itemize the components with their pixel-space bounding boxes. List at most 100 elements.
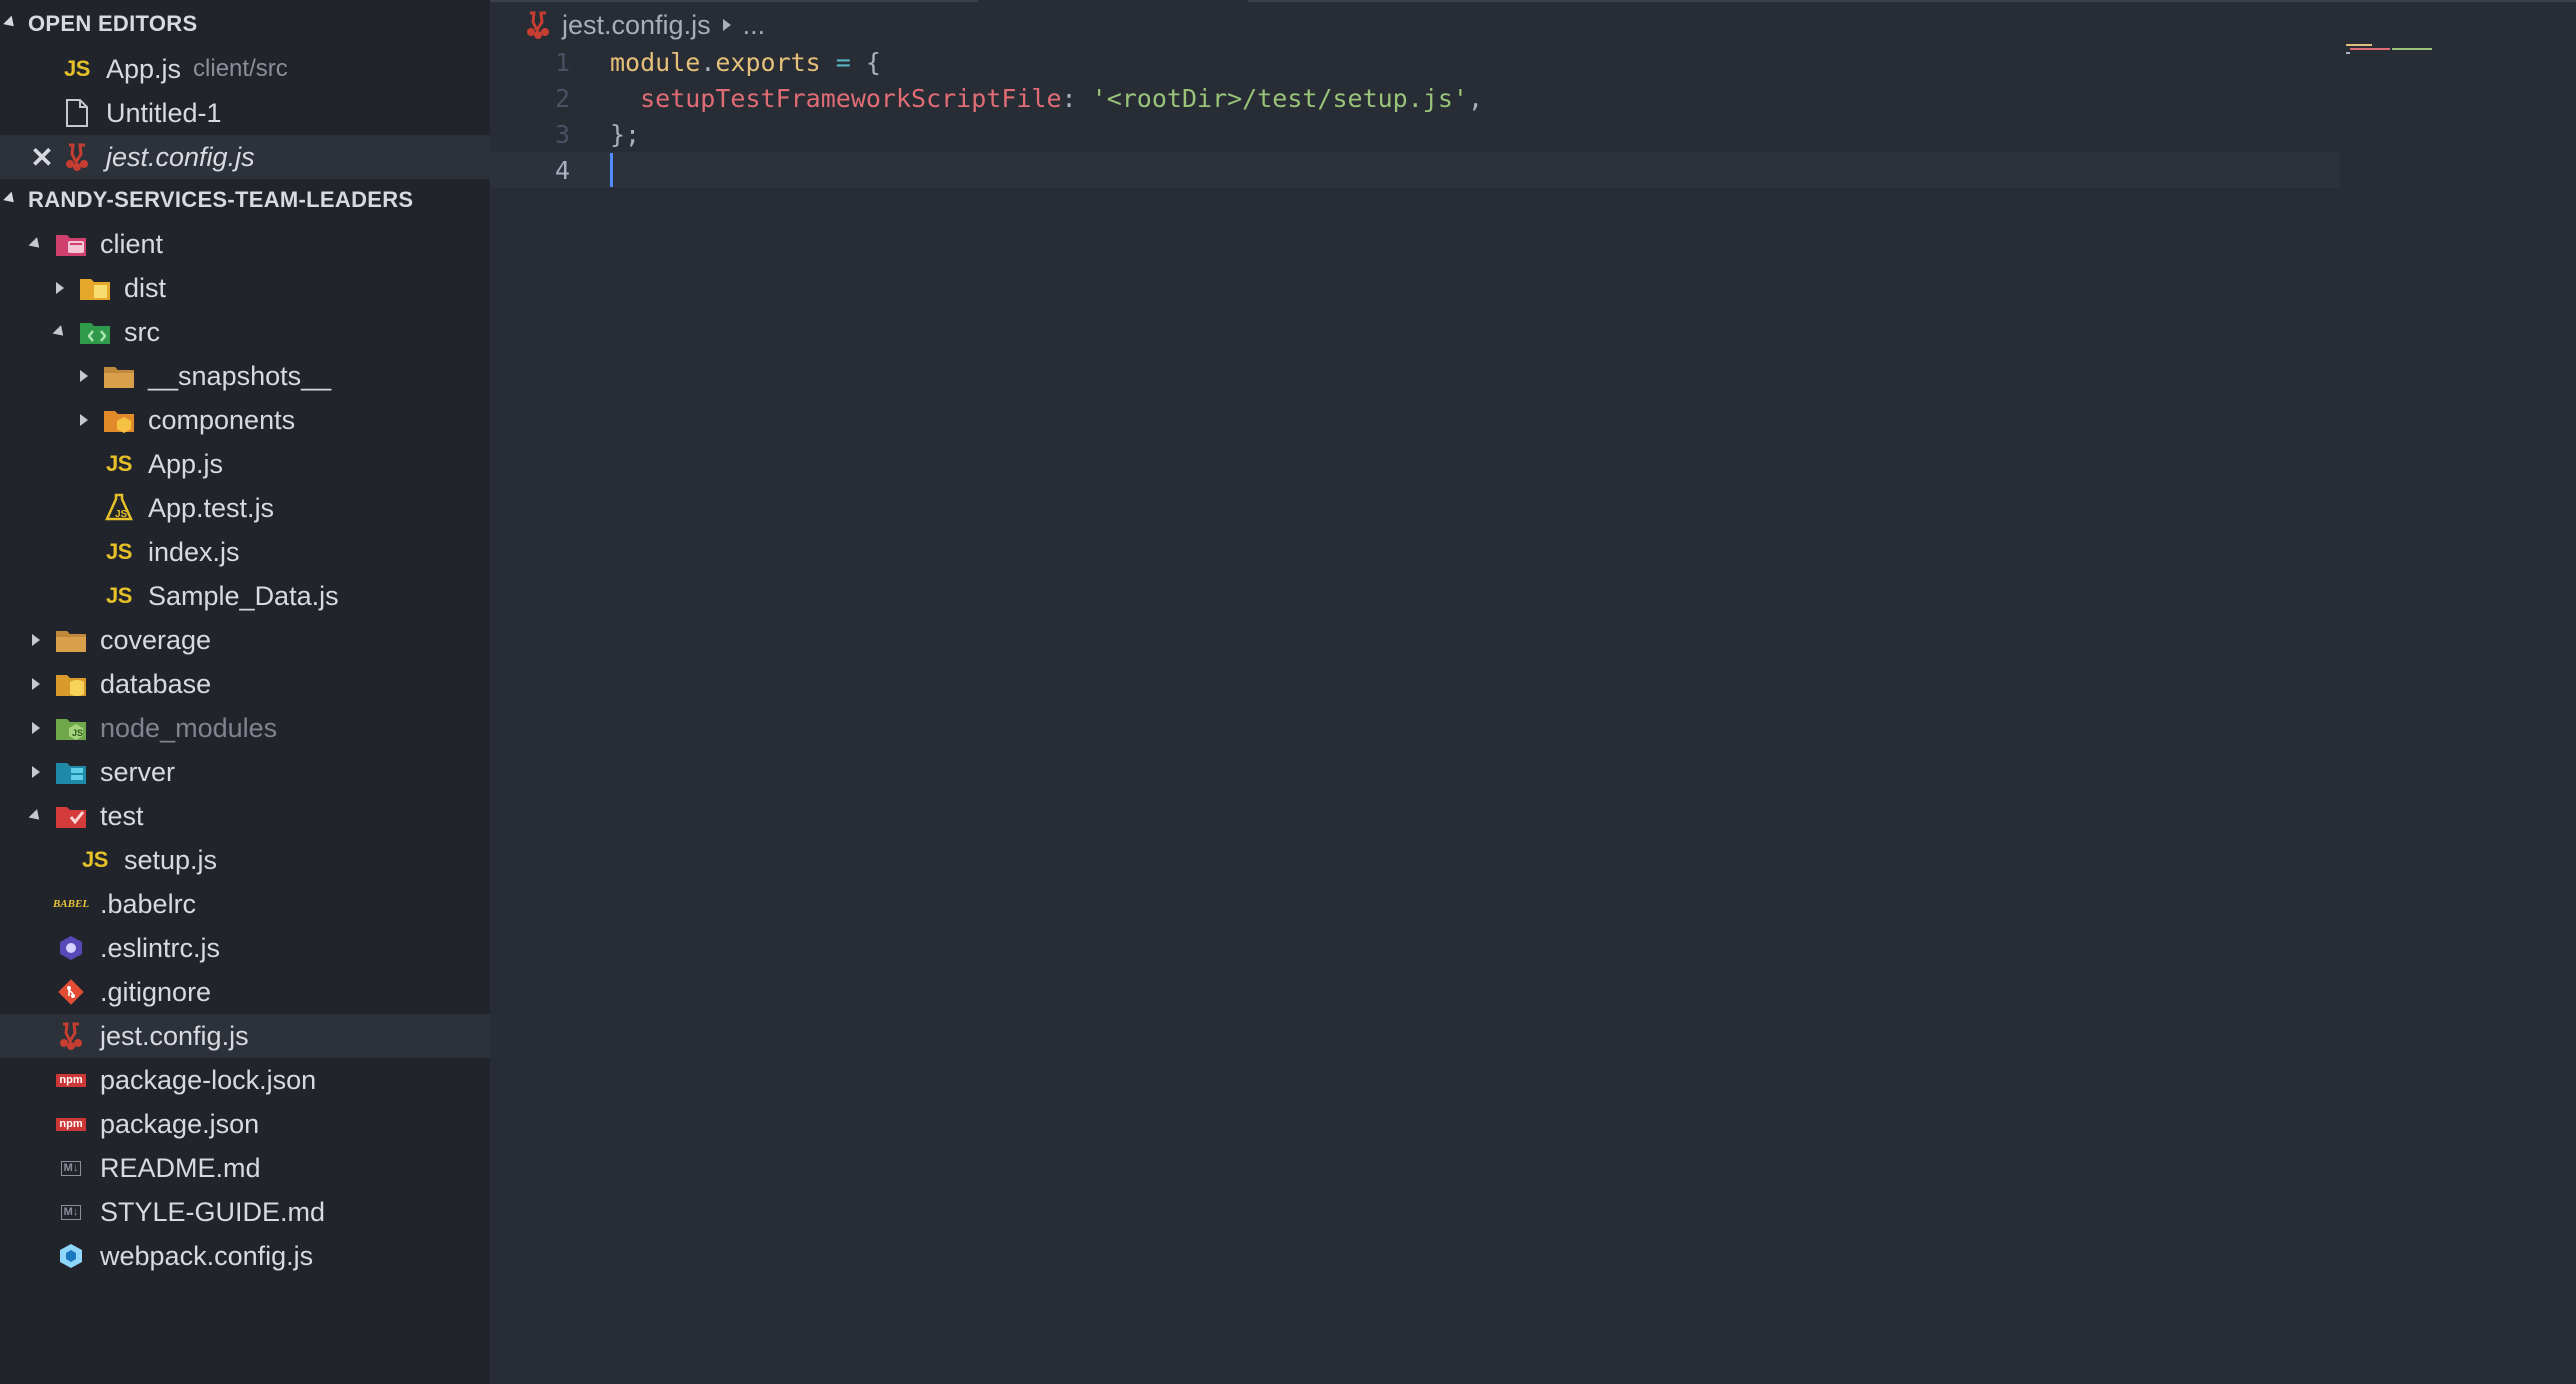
text-cursor: [610, 153, 613, 187]
explorer-sidebar: OPEN EDITORS JS App.js client/src Untitl…: [0, 0, 490, 1384]
code-token: :: [1061, 83, 1092, 113]
tree-item-readme[interactable]: M↓ README.md: [0, 1146, 490, 1190]
open-editor-item-app-js[interactable]: JS App.js client/src: [0, 47, 490, 91]
code-content: };: [610, 120, 640, 149]
tree-item-babelrc[interactable]: BABEL .babelrc: [0, 882, 490, 926]
tree-item-style-guide[interactable]: M↓ STYLE-GUIDE.md: [0, 1190, 490, 1234]
chevron-down-icon: [22, 230, 50, 258]
tree-item-package-lock[interactable]: npm package-lock.json: [0, 1058, 490, 1102]
editor-pane[interactable]: jest.config.js ... 1 module.exports = { …: [490, 0, 2576, 1384]
tree-label: test: [100, 800, 144, 831]
chevron-right-icon: [722, 19, 731, 31]
folder-database-icon: [54, 669, 88, 699]
chevron-right-icon: [22, 758, 50, 786]
code-token: =: [820, 47, 866, 77]
chevron-right-icon: [70, 406, 98, 434]
npm-icon-text: npm: [56, 1117, 86, 1131]
chevron-right-icon: [22, 626, 50, 654]
code-token: {: [865, 47, 881, 77]
tree-item-setup-js[interactable]: JS setup.js: [0, 838, 490, 882]
tree-item-src[interactable]: src: [0, 310, 490, 354]
code-line-3[interactable]: 3 };: [490, 116, 2340, 152]
tree-item-coverage[interactable]: coverage: [0, 618, 490, 662]
babel-icon: BABEL: [52, 889, 90, 919]
code-line-1[interactable]: 1 module.exports = {: [490, 44, 2340, 80]
tree-label: database: [100, 668, 212, 699]
code-line-4[interactable]: 4: [490, 152, 2340, 188]
js-icon: JS: [82, 847, 108, 872]
breadcrumb: jest.config.js ...: [524, 4, 765, 46]
tree-item-snapshots[interactable]: __snapshots__: [0, 354, 490, 398]
open-editor-label: Untitled-1: [106, 97, 222, 128]
svg-text:JS: JS: [115, 509, 128, 520]
svg-text:JS: JS: [72, 728, 83, 738]
tree-item-dist[interactable]: dist: [0, 266, 490, 310]
tree-item-server[interactable]: server: [0, 750, 490, 794]
code-token: .: [700, 47, 716, 77]
npm-icon-text: npm: [56, 1073, 86, 1087]
line-number: 4: [554, 155, 570, 185]
code-token: '<rootDir>/test/setup.js': [1091, 83, 1468, 113]
open-editor-desc: client/src: [193, 55, 288, 82]
tree-item-sample-data-js[interactable]: JS Sample_Data.js: [0, 574, 490, 618]
tree-item-webpack-config[interactable]: webpack.config.js: [0, 1234, 490, 1278]
babel-icon-text: BABEL: [52, 898, 90, 910]
markdown-icon: M↓: [54, 1153, 88, 1183]
tree-item-package-json[interactable]: npm package.json: [0, 1102, 490, 1146]
breadcrumb-file[interactable]: jest.config.js: [562, 10, 711, 41]
minimap[interactable]: [2346, 42, 2486, 62]
tree-label: .gitignore: [100, 976, 212, 1007]
js-icon: JS: [106, 451, 132, 476]
markdown-icon-text: M↓: [60, 1160, 82, 1176]
tree-label: client: [100, 228, 164, 259]
breadcrumb-symbol[interactable]: ...: [743, 10, 766, 41]
tree-item-client[interactable]: client: [0, 222, 490, 266]
tree-item-index-js[interactable]: JS index.js: [0, 530, 490, 574]
line-number: 3: [554, 119, 570, 149]
folder-icon: [54, 625, 88, 655]
code-token: exports: [715, 47, 821, 77]
chevron-down-icon: [46, 318, 74, 346]
line-number: 1: [554, 47, 570, 77]
open-editor-label: jest.config.js: [106, 141, 255, 172]
tree-label: package.json: [100, 1108, 260, 1139]
tree-item-node-modules[interactable]: JS node_modules: [0, 706, 490, 750]
tree-item-test[interactable]: test: [0, 794, 490, 838]
code-line-2[interactable]: 2 setupTestFrameworkScriptFile: '<rootDi…: [490, 80, 2340, 116]
tree-item-eslintrc[interactable]: .eslintrc.js: [0, 926, 490, 970]
tree-label: src: [124, 316, 160, 347]
tree-label: package-lock.json: [100, 1064, 317, 1095]
open-editor-item-untitled[interactable]: Untitled-1: [0, 91, 490, 135]
tree-label: index.js: [148, 536, 240, 567]
tree-label: Sample_Data.js: [148, 580, 339, 611]
tree-item-components[interactable]: components: [0, 398, 490, 442]
tree-label: README.md: [100, 1152, 261, 1183]
project-header[interactable]: RANDY-SERVICES-TEAM-LEADERS: [0, 178, 490, 222]
git-icon: [54, 977, 88, 1007]
line-number: 2: [554, 83, 570, 113]
npm-icon: npm: [54, 1065, 88, 1095]
tree-item-app-test-js[interactable]: JS App.test.js: [0, 486, 490, 530]
tree-item-database[interactable]: database: [0, 662, 490, 706]
folder-server-icon: [54, 757, 88, 787]
close-icon[interactable]: ✕: [28, 141, 56, 174]
file-icon: [60, 98, 94, 128]
tree-item-gitignore[interactable]: .gitignore: [0, 970, 490, 1014]
folder-test-icon: [54, 801, 88, 831]
js-icon: JS: [64, 56, 90, 81]
tree-label: __snapshots__: [148, 360, 332, 391]
tree-item-app-js[interactable]: JS App.js: [0, 442, 490, 486]
chevron-down-icon: [22, 802, 50, 830]
code-token: };: [610, 119, 641, 149]
jest-icon: [524, 10, 552, 40]
js-icon: JS: [106, 539, 132, 564]
chevron-right-icon: [70, 362, 98, 390]
tree-label: components: [148, 404, 296, 435]
open-editor-item-jest-config[interactable]: ✕ jest.config.js: [0, 135, 490, 179]
jest-icon: [60, 142, 94, 172]
tree-item-jest-config[interactable]: jest.config.js: [0, 1014, 490, 1058]
code-token: ,: [1467, 83, 1484, 113]
open-editors-title: OPEN EDITORS: [28, 11, 198, 36]
open-editors-header[interactable]: OPEN EDITORS: [0, 2, 490, 46]
tree-label: server: [100, 756, 176, 787]
